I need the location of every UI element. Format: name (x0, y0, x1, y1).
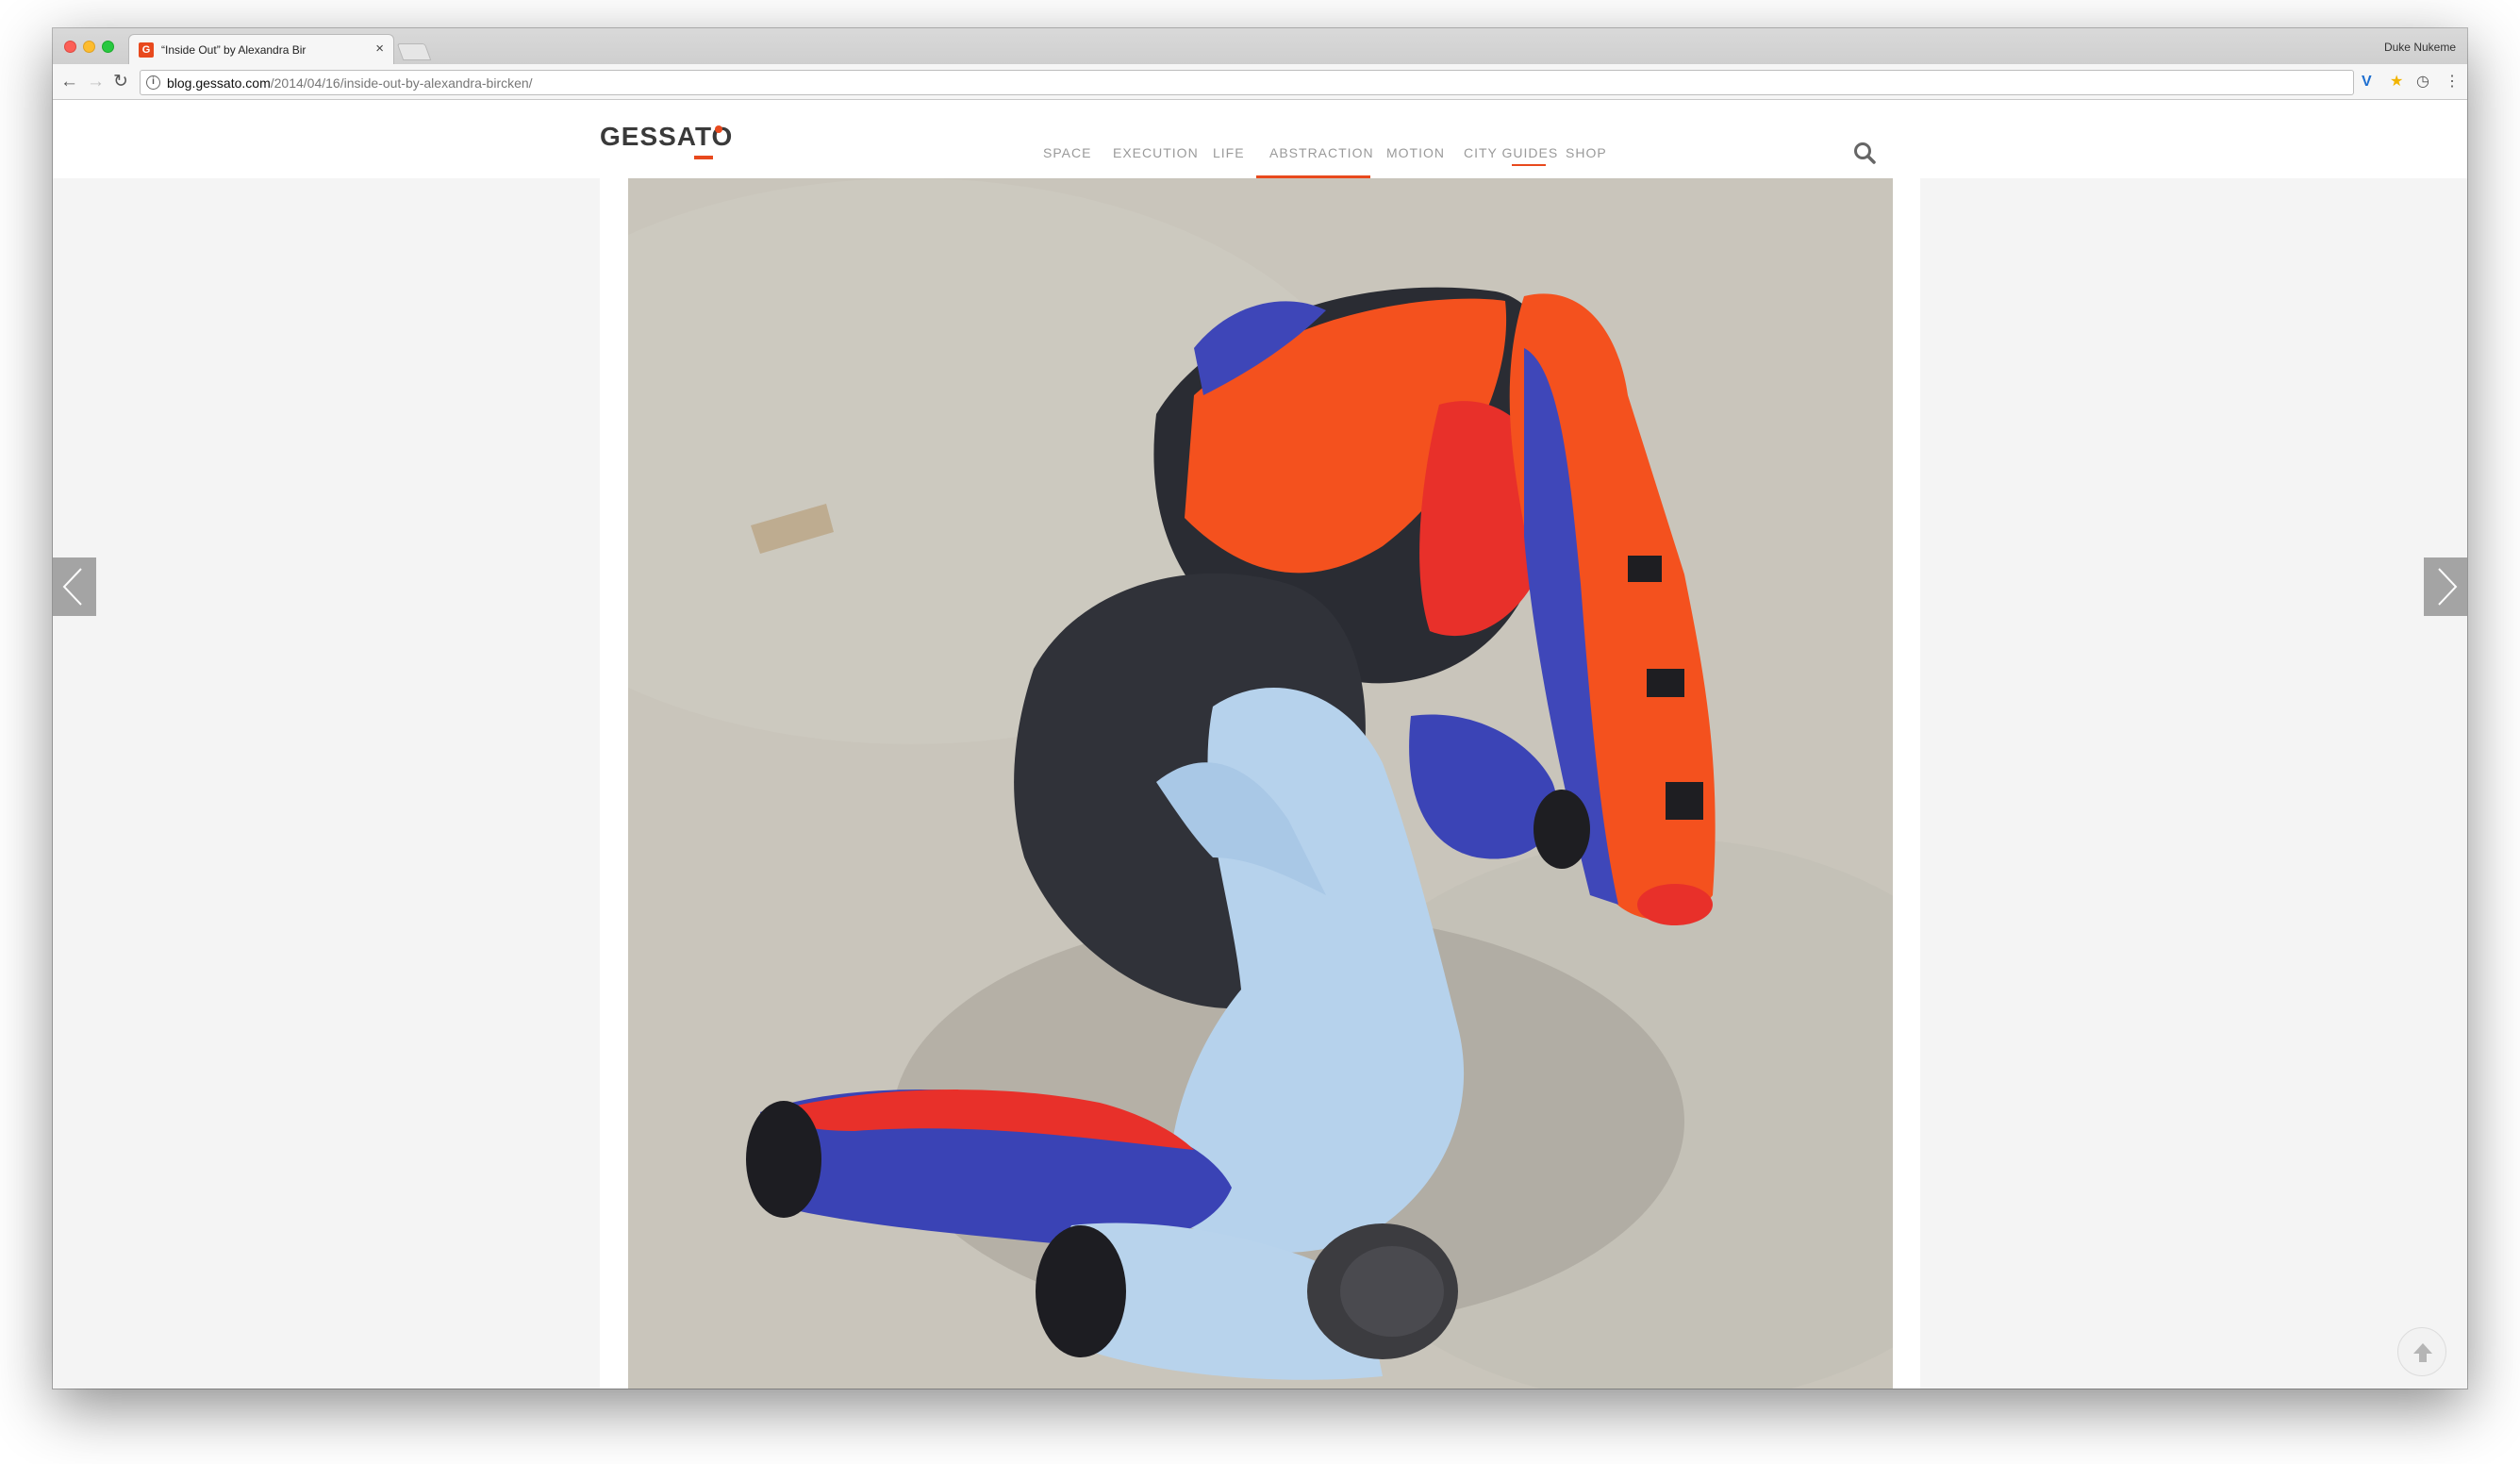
nav-item-execution[interactable]: EXECUTION (1113, 144, 1199, 161)
back-to-top-button[interactable] (2397, 1327, 2446, 1376)
browser-tab[interactable]: G “Inside Out” by Alexandra Bir × (128, 34, 394, 64)
browser-window: G “Inside Out” by Alexandra Bir × Duke N… (53, 28, 2467, 1389)
new-tab-button[interactable] (396, 43, 432, 60)
logo-accent (694, 156, 713, 159)
minimize-window-button[interactable] (83, 41, 95, 53)
url-text[interactable]: blog.gessato.com/2014/04/16/inside-out-b… (167, 75, 533, 92)
site-logo[interactable]: GESSATO (600, 122, 733, 152)
address-bar[interactable]: i blog.gessato.com/2014/04/16/inside-out… (140, 70, 2354, 95)
url-host: blog.gessato.com (167, 75, 271, 91)
search-icon[interactable] (1852, 141, 1877, 165)
next-slide-button[interactable] (2424, 557, 2467, 616)
nav-item-city-guides[interactable]: CITY GUIDES (1464, 144, 1558, 161)
prev-slide-button[interactable] (53, 557, 96, 616)
nav-item-motion[interactable]: MOTION (1386, 144, 1445, 161)
url-path: /2014/04/16/inside-out-by-alexandra-birc… (270, 75, 533, 91)
close-window-button[interactable] (64, 41, 76, 53)
extension-clock-icon[interactable]: ◷ (2416, 73, 2429, 92)
browser-menu-icon[interactable]: ⋮ (2445, 73, 2460, 92)
profile-name[interactable]: Duke Nukeme (2384, 41, 2456, 54)
chevron-right-icon (2438, 568, 2458, 606)
web-page: GESSATO SPACE EXECUTION LIFE ABSTRACTION… (53, 101, 2467, 1389)
sculpture-illustration (628, 178, 1893, 1389)
nav-item-abstraction[interactable]: ABSTRACTION (1269, 144, 1374, 161)
reload-button[interactable]: ↻ (113, 72, 128, 92)
favicon-icon: G (139, 42, 154, 58)
extension-v-icon[interactable]: V (2362, 73, 2372, 92)
site-header: GESSATO SPACE EXECUTION LIFE ABSTRACTION… (53, 101, 2467, 179)
tab-strip: G “Inside Out” by Alexandra Bir × Duke N… (53, 28, 2467, 64)
nav-item-life[interactable]: LIFE (1213, 144, 1245, 161)
shop-underline (1512, 164, 1546, 166)
browser-toolbar: ← → ↻ i blog.gessato.com/2014/04/16/insi… (53, 64, 2467, 100)
tab-close-button[interactable]: × (375, 41, 384, 58)
forward-button[interactable]: → (87, 72, 105, 92)
arrow-up-icon (2413, 1343, 2432, 1362)
maximize-window-button[interactable] (102, 41, 114, 53)
article-photo (628, 178, 1893, 1389)
back-button[interactable]: ← (60, 72, 78, 92)
chevron-left-icon (62, 568, 82, 606)
nav-item-shop[interactable]: SHOP (1566, 144, 1607, 161)
info-icon[interactable]: i (146, 75, 160, 90)
bookmark-star-icon[interactable]: ★ (2390, 73, 2403, 92)
logo-dot (715, 125, 722, 133)
nav-item-space[interactable]: SPACE (1043, 144, 1091, 161)
tab-title: “Inside Out” by Alexandra Bir (161, 43, 307, 57)
